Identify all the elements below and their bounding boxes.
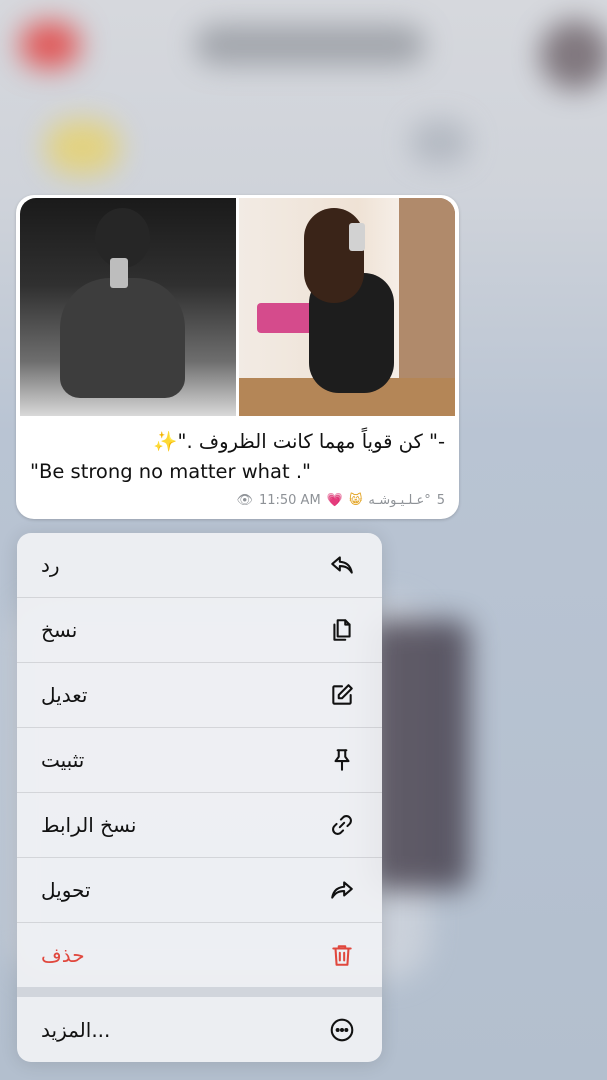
blurred-media-message: [370, 620, 470, 890]
menu-item-label: نسخ: [41, 618, 78, 642]
photo-1[interactable]: [20, 198, 236, 416]
message-meta: 👁 11:50 AM 💗 😸 عـلـيـوشـه° 5: [121, 491, 445, 509]
menu-item-label: تحويل: [41, 878, 91, 902]
more-icon: [328, 1016, 356, 1044]
menu-item-label: حذف: [41, 943, 85, 967]
caption-arabic: -" كن قوياً مهما كانت الظروف ."✨: [153, 430, 445, 453]
heart-emoji: 💗: [326, 492, 343, 508]
blurred-chat-title: [195, 25, 425, 65]
menu-item-copy-link[interactable]: نسخ الرابط: [17, 793, 382, 857]
views-icon: 👁: [236, 492, 253, 508]
copy-icon: [328, 616, 356, 644]
context-menu: رد نسخ تعديل تثبيت نسخ الرابط تحويل حذف …: [17, 533, 382, 1062]
menu-item-delete[interactable]: حذف: [17, 923, 382, 987]
edit-icon: [328, 681, 356, 709]
blurred-pinned-message: [45, 120, 120, 175]
menu-item-reply[interactable]: رد: [17, 533, 382, 597]
caption-english: "Be strong no matter what .": [30, 460, 312, 483]
views-count: 5: [436, 492, 445, 508]
photo-figure-phone: [349, 223, 365, 251]
menu-item-label: رد: [41, 553, 60, 577]
photo-2[interactable]: [239, 198, 455, 416]
photo-album: [20, 198, 455, 416]
link-icon: [328, 811, 356, 839]
photo-figure-body: [60, 278, 185, 398]
author-signature: عـلـيـوشـه°: [368, 492, 431, 508]
menu-item-more[interactable]: المزيد...: [17, 997, 382, 1062]
menu-item-label: تثبيت: [41, 748, 85, 772]
menu-item-edit[interactable]: تعديل: [17, 663, 382, 727]
trash-icon: [328, 941, 356, 969]
menu-item-forward[interactable]: تحويل: [17, 858, 382, 922]
message-caption: -" كن قوياً مهما كانت الظروف ."✨ "Be str…: [30, 427, 445, 487]
forward-icon: [328, 876, 356, 904]
reply-icon: [328, 551, 356, 579]
menu-item-label: تعديل: [41, 683, 88, 707]
menu-item-pin[interactable]: تثبيت: [17, 728, 382, 792]
blurred-pinned-icon: [410, 120, 470, 165]
blurred-back-button: [20, 22, 80, 68]
message-bubble[interactable]: -" كن قوياً مهما كانت الظروف ."✨ "Be str…: [16, 195, 459, 519]
cat-emoji: 😸: [348, 492, 363, 508]
menu-item-copy[interactable]: نسخ: [17, 598, 382, 662]
photo-figure-phone: [110, 258, 128, 288]
menu-item-label: نسخ الرابط: [41, 813, 137, 837]
blurred-avatar: [540, 20, 607, 90]
message-time: 11:50 AM: [258, 492, 321, 508]
menu-item-label: المزيد...: [41, 1017, 111, 1042]
menu-section-gap: [17, 987, 382, 997]
pin-icon: [328, 746, 356, 774]
